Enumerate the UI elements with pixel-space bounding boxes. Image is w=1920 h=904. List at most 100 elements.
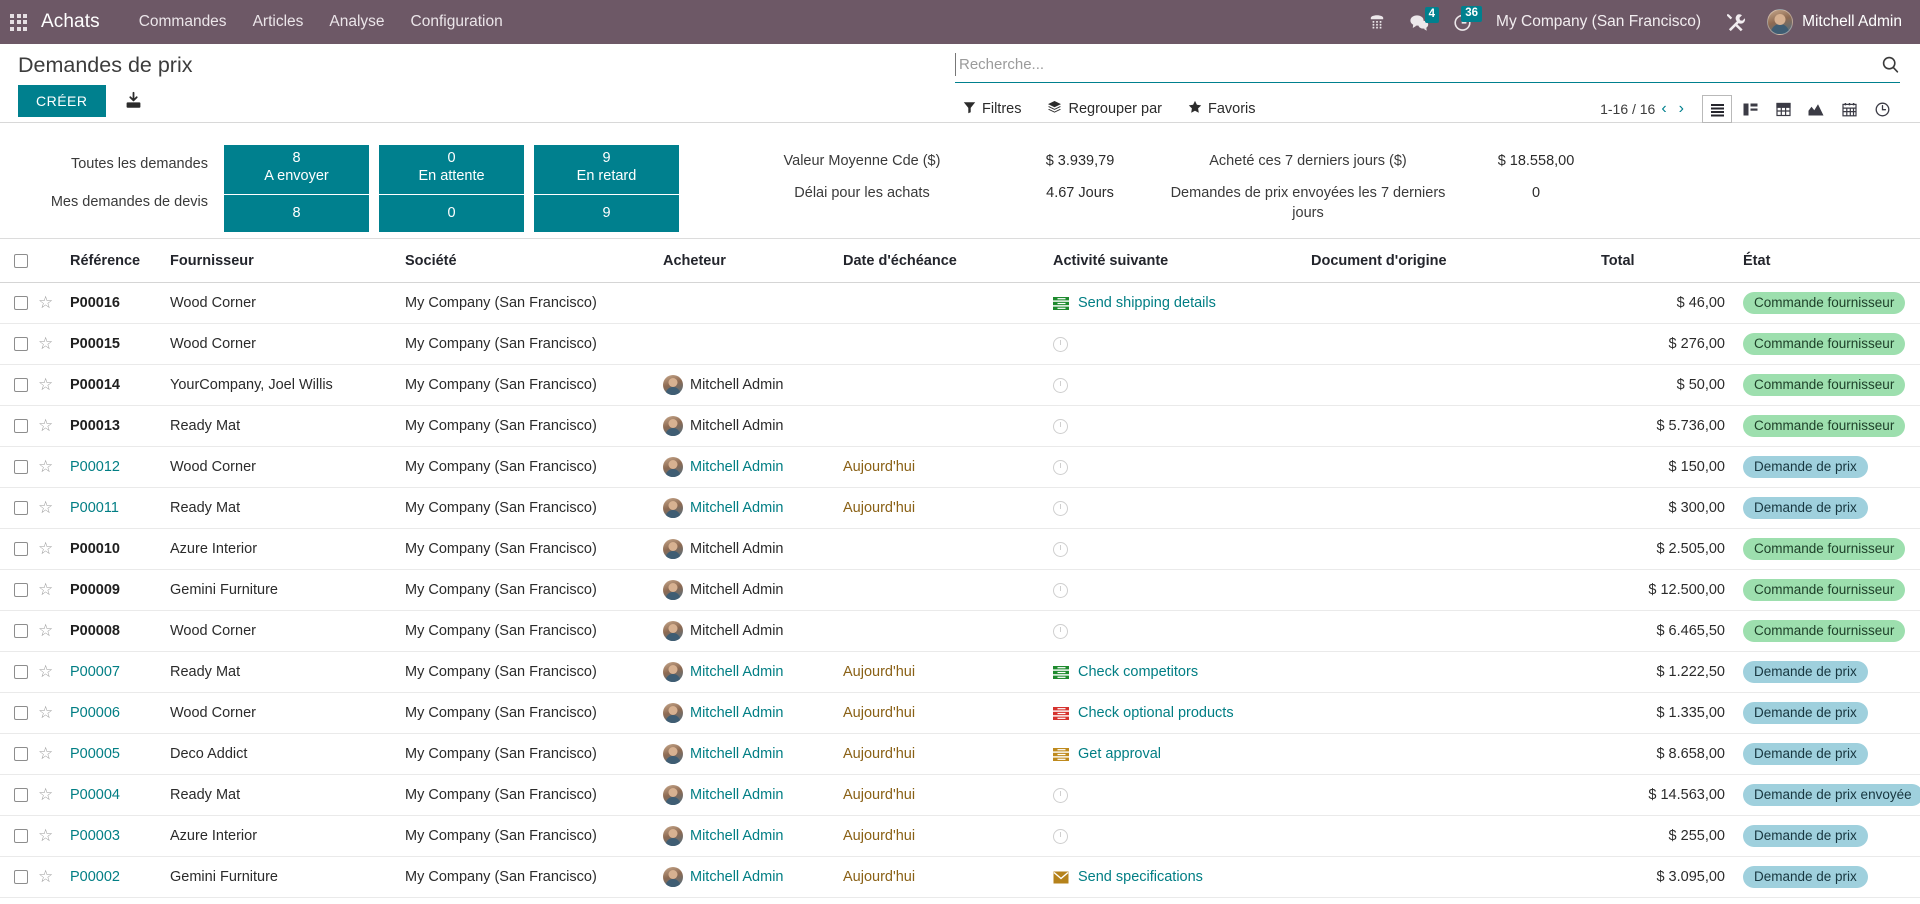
list-green-icon[interactable] [1053, 297, 1069, 310]
star-icon[interactable]: ☆ [38, 335, 53, 352]
table-row[interactable]: ☆P00005Deco AddictMy Company (San Franci… [0, 734, 1920, 775]
cell-reference[interactable]: P00003 [70, 816, 170, 857]
menu-item-configuration[interactable]: Configuration [398, 2, 516, 42]
row-checkbox[interactable] [14, 624, 28, 638]
apps-grid-icon[interactable] [10, 14, 27, 31]
select-all-checkbox[interactable] [14, 254, 28, 268]
favorites-dropdown[interactable]: Favoris [1188, 100, 1256, 118]
company-selector[interactable]: My Company (San Francisco) [1484, 7, 1713, 37]
star-icon[interactable]: ☆ [38, 663, 53, 680]
activity-label[interactable]: Send specifications [1078, 869, 1203, 885]
star-icon[interactable]: ☆ [38, 417, 53, 434]
envelope-gold-icon[interactable] [1053, 871, 1069, 884]
user-menu[interactable]: Mitchell Admin [1757, 5, 1906, 39]
header-buyer[interactable]: Acheteur [663, 239, 843, 283]
tools-icon[interactable] [1713, 7, 1757, 37]
row-checkbox[interactable] [14, 706, 28, 720]
star-icon[interactable]: ☆ [38, 704, 53, 721]
star-icon[interactable]: ☆ [38, 827, 53, 844]
calendar-view-icon[interactable] [1834, 95, 1864, 123]
table-row[interactable]: ☆P00012Wood CornerMy Company (San Franci… [0, 447, 1920, 488]
cell-reference[interactable]: P00009 [70, 570, 170, 611]
table-row[interactable]: ☆P00003Azure InteriorMy Company (San Fra… [0, 816, 1920, 857]
clock-empty-icon[interactable] [1053, 829, 1068, 844]
chevron-left-icon[interactable]: ‹ [1655, 100, 1672, 118]
star-icon[interactable]: ☆ [38, 745, 53, 762]
filters-dropdown[interactable]: Filtres [963, 101, 1021, 118]
cell-reference[interactable]: P00006 [70, 693, 170, 734]
search-input[interactable] [955, 53, 1873, 76]
dashboard-tile-all-a-envoyer[interactable]: 8 A envoyer [224, 145, 369, 194]
clock-empty-icon[interactable] [1053, 501, 1068, 516]
list-green-icon[interactable] [1053, 666, 1069, 679]
clock-empty-icon[interactable] [1053, 542, 1068, 557]
menu-item-analyse[interactable]: Analyse [316, 2, 397, 42]
row-checkbox[interactable] [14, 337, 28, 351]
row-checkbox[interactable] [14, 296, 28, 310]
activity-label[interactable]: Send shipping details [1078, 295, 1216, 311]
dashboard-tile-mine-en-retard[interactable]: 9 [534, 195, 679, 232]
clock-empty-icon[interactable] [1053, 419, 1068, 434]
search-input-wrapper[interactable] [955, 53, 1900, 83]
star-icon[interactable]: ☆ [38, 376, 53, 393]
activities-clock-icon[interactable]: 36 [1441, 8, 1484, 37]
table-row[interactable]: ☆P00010Azure InteriorMy Company (San Fra… [0, 529, 1920, 570]
chevron-right-icon[interactable]: › [1673, 100, 1690, 118]
pivot-view-icon[interactable] [1768, 95, 1798, 123]
cell-reference[interactable]: P00014 [70, 365, 170, 406]
header-due-date[interactable]: Date d'échéance [843, 239, 1053, 283]
row-checkbox[interactable] [14, 583, 28, 597]
table-row[interactable]: ☆P00002Gemini FurnitureMy Company (San F… [0, 857, 1920, 898]
kanban-view-icon[interactable] [1735, 95, 1765, 123]
cell-reference[interactable]: P00002 [70, 857, 170, 898]
cell-reference[interactable]: P00010 [70, 529, 170, 570]
activity-label[interactable]: Check competitors [1078, 664, 1198, 680]
dashboard-tile-all-en-attente[interactable]: 0 En attente [379, 145, 524, 194]
header-vendor[interactable]: Fournisseur [170, 239, 405, 283]
cell-reference[interactable]: P00013 [70, 406, 170, 447]
row-checkbox[interactable] [14, 665, 28, 679]
star-icon[interactable]: ☆ [38, 499, 53, 516]
header-activity[interactable]: Activité suivante [1053, 239, 1311, 283]
row-checkbox[interactable] [14, 747, 28, 761]
row-checkbox[interactable] [14, 870, 28, 884]
star-icon[interactable]: ☆ [38, 581, 53, 598]
row-checkbox[interactable] [14, 501, 28, 515]
graph-view-icon[interactable] [1801, 95, 1831, 123]
messages-icon[interactable]: 4 [1398, 9, 1441, 36]
cell-reference[interactable]: P00012 [70, 447, 170, 488]
activity-view-icon[interactable] [1867, 95, 1897, 123]
header-total[interactable]: Total [1601, 239, 1731, 283]
cell-reference[interactable]: P00016 [70, 283, 170, 324]
cell-reference[interactable]: P00005 [70, 734, 170, 775]
cell-reference[interactable]: P00008 [70, 611, 170, 652]
cell-reference[interactable]: P00004 [70, 775, 170, 816]
list-gold-icon[interactable] [1053, 748, 1069, 761]
search-icon[interactable] [1873, 55, 1900, 74]
table-row[interactable]: ☆P00004Ready MatMy Company (San Francisc… [0, 775, 1920, 816]
import-download-icon[interactable] [124, 91, 143, 110]
header-state[interactable]: État [1731, 239, 1920, 283]
phone-icon[interactable] [1356, 8, 1398, 36]
star-icon[interactable]: ☆ [38, 622, 53, 639]
table-row[interactable]: ☆P00016Wood CornerMy Company (San Franci… [0, 283, 1920, 324]
app-brand-achats[interactable]: Achats [41, 11, 100, 33]
create-button[interactable]: CRÉER [18, 85, 106, 117]
list-red-icon[interactable] [1053, 707, 1069, 720]
list-view-icon[interactable] [1702, 95, 1732, 123]
cell-reference[interactable]: P00007 [70, 652, 170, 693]
table-row[interactable]: ☆P00013Ready MatMy Company (San Francisc… [0, 406, 1920, 447]
activity-label[interactable]: Check optional products [1078, 705, 1234, 721]
row-checkbox[interactable] [14, 788, 28, 802]
row-checkbox[interactable] [14, 419, 28, 433]
clock-empty-icon[interactable] [1053, 624, 1068, 639]
clock-empty-icon[interactable] [1053, 788, 1068, 803]
dashboard-tile-mine-a-envoyer[interactable]: 8 [224, 195, 369, 232]
table-row[interactable]: ☆P00006Wood CornerMy Company (San Franci… [0, 693, 1920, 734]
table-row[interactable]: ☆P00015Wood CornerMy Company (San Franci… [0, 324, 1920, 365]
header-source-document[interactable]: Document d'origine [1311, 239, 1601, 283]
row-checkbox[interactable] [14, 829, 28, 843]
cell-reference[interactable]: P00015 [70, 324, 170, 365]
menu-item-articles[interactable]: Articles [240, 2, 317, 42]
header-company[interactable]: Société [405, 239, 663, 283]
